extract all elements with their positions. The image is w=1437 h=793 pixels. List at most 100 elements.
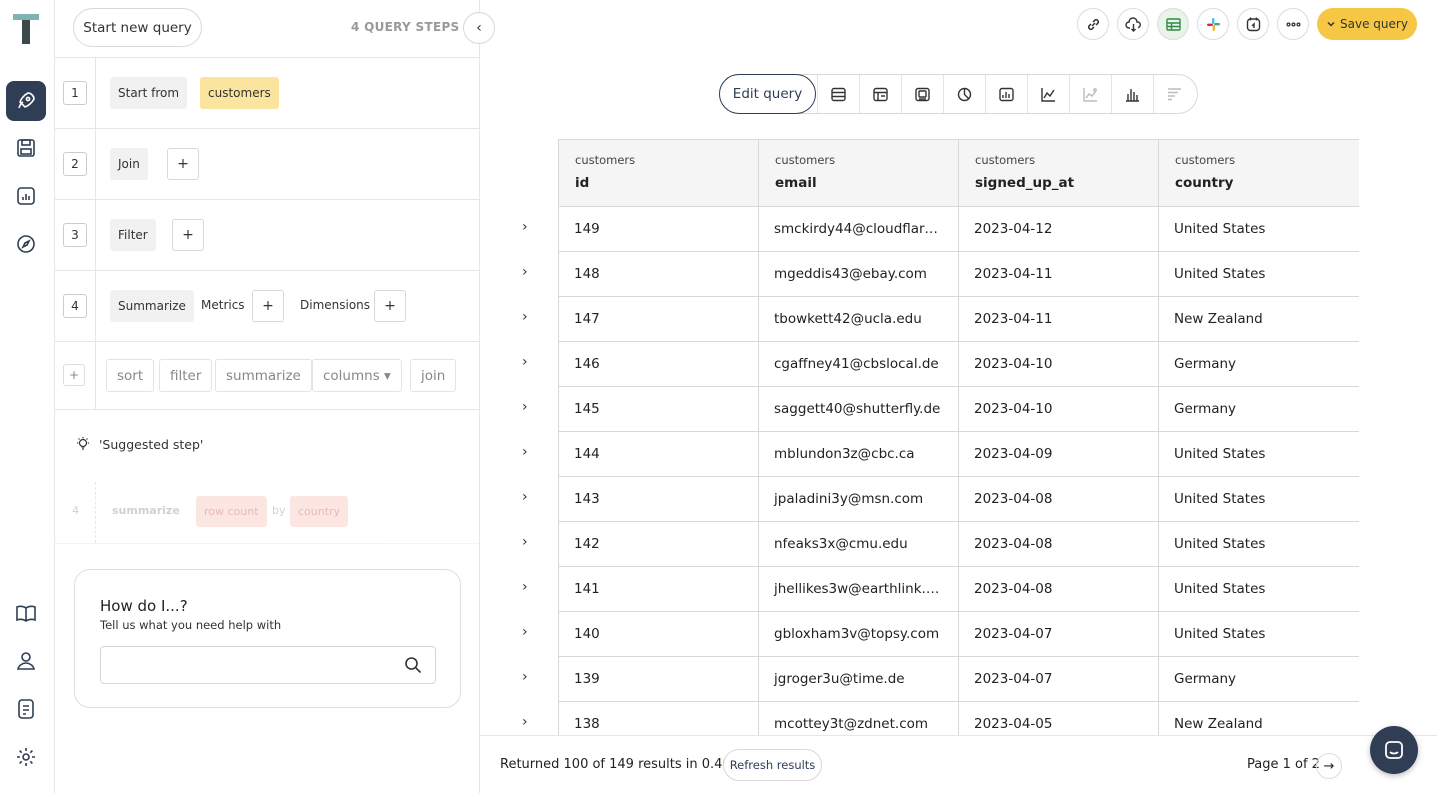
schedule-icon[interactable]: [1237, 8, 1269, 40]
table-cell-id: 142: [558, 520, 759, 567]
link-icon[interactable]: [1077, 8, 1109, 40]
table-cell-id: 145: [558, 385, 759, 432]
add-metric-button[interactable]: +: [252, 290, 284, 322]
add-summarize-button[interactable]: summarize: [215, 359, 312, 392]
table-row[interactable]: 148 mgeddis43@ebay.com 2023-04-11 United St…: [558, 250, 1359, 297]
number-view-icon[interactable]: [901, 75, 943, 113]
column-source: customers: [575, 153, 636, 167]
columns-dropdown[interactable]: columns ▾: [312, 359, 402, 392]
refresh-results-button[interactable]: Refresh results: [723, 749, 822, 781]
chevron-right-icon[interactable]: ›: [522, 714, 534, 730]
results-table-container: customers id customers email customers sign…: [558, 139, 1359, 735]
rocket-icon[interactable]: [6, 81, 46, 121]
suggested-by-label: by: [272, 504, 286, 517]
table-row[interactable]: 146 cgaffney41@cbslocal.de 2023-04-10 Germa…: [558, 340, 1359, 387]
help-search-input[interactable]: [100, 646, 436, 684]
add-join-step-button[interactable]: join: [410, 359, 457, 392]
source-table-pill[interactable]: customers: [200, 77, 279, 109]
chevron-right-icon[interactable]: ›: [522, 399, 534, 415]
chevron-right-icon[interactable]: ›: [522, 444, 534, 460]
suggested-step[interactable]: 4 summarize row count by country: [55, 482, 480, 544]
step-divider: [95, 271, 96, 341]
chevron-right-icon[interactable]: ›: [522, 354, 534, 370]
table-row[interactable]: 143 jpaladini3y@msn.com 2023-04-08 United S…: [558, 475, 1359, 522]
table-row[interactable]: 138 mcottey3t@zdnet.com 2023-04-05 New Zeal…: [558, 700, 1359, 735]
user-icon[interactable]: [6, 641, 46, 681]
table-cell-email: smckirdy44@cloudflare.com: [758, 205, 959, 252]
results-toolbar: Save query: [480, 0, 1437, 50]
app-logo[interactable]: [13, 14, 39, 44]
step-divider: [95, 482, 96, 543]
add-dimension-button[interactable]: +: [374, 290, 406, 322]
column-header[interactable]: customers id: [558, 140, 759, 207]
gear-icon[interactable]: [6, 737, 46, 777]
query-step-2: 2 Join +: [55, 129, 480, 200]
query-step-4: 4 Summarize Metrics + Dimensions +: [55, 271, 480, 342]
add-step-button[interactable]: +: [63, 364, 85, 386]
pivot-view-icon[interactable]: [859, 75, 901, 113]
table-view-icon[interactable]: [817, 75, 859, 113]
table-row[interactable]: 140 gbloxham3v@topsy.com 2023-04-07 United …: [558, 610, 1359, 657]
table-row[interactable]: 145 saggett40@shutterfly.de 2023-04-10 Germ…: [558, 385, 1359, 432]
table-row[interactable]: 142 nfeaks3x@cmu.edu 2023-04-08 United Stat…: [558, 520, 1359, 567]
table-header-row: customers id customers email customers sign…: [558, 140, 1359, 207]
table-row[interactable]: 141 jhellikes3w@earthlink.net 2023-04-08 Un…: [558, 565, 1359, 612]
table-cell-country: United States: [1158, 205, 1359, 252]
table-cell-email: saggett40@shutterfly.de: [758, 385, 959, 432]
add-filter-step-button[interactable]: filter: [159, 359, 213, 392]
search-icon[interactable]: [404, 656, 422, 674]
pie-view-icon[interactable]: [943, 75, 985, 113]
sheets-icon[interactable]: [1157, 8, 1189, 40]
suggested-dimension-pill: country: [290, 496, 349, 527]
start-new-query-button[interactable]: Start new query: [73, 8, 202, 47]
column-header[interactable]: customers signed_up_at: [958, 140, 1159, 207]
table-row[interactable]: 144 mblundon3z@cbc.ca 2023-04-09 United Sta…: [558, 430, 1359, 477]
column-name: country: [1175, 175, 1234, 191]
area-view-icon[interactable]: [985, 75, 1027, 113]
table-row[interactable]: 147 tbowkett42@ucla.edu 2023-04-11 New Zeal…: [558, 295, 1359, 342]
slack-icon[interactable]: [1197, 8, 1229, 40]
edit-query-button[interactable]: Edit query: [719, 74, 816, 114]
more-icon[interactable]: [1277, 8, 1309, 40]
suggested-step-label: 'Suggested step': [99, 436, 204, 452]
add-join-button[interactable]: +: [167, 148, 199, 180]
table-cell-signed_up_at: 2023-04-11: [958, 250, 1159, 297]
table-cell-id: 141: [558, 565, 759, 612]
chevron-right-icon[interactable]: ›: [522, 309, 534, 325]
chevron-right-icon[interactable]: ›: [522, 219, 534, 235]
column-name: id: [575, 175, 590, 191]
chevron-right-icon[interactable]: ›: [522, 624, 534, 640]
table-cell-email: nfeaks3x@cmu.edu: [758, 520, 959, 567]
book-icon[interactable]: [6, 593, 46, 633]
chevron-right-icon[interactable]: ›: [522, 264, 534, 280]
chat-icon[interactable]: [1370, 726, 1418, 774]
dashboard-icon[interactable]: [6, 176, 46, 216]
table-row[interactable]: 139 jgroger3u@time.de 2023-04-07 Germany: [558, 655, 1359, 702]
arrow-right-icon[interactable]: →: [1316, 753, 1342, 779]
add-filter-button[interactable]: +: [172, 219, 204, 251]
scatter-view-icon[interactable]: [1069, 75, 1111, 113]
line-view-icon[interactable]: [1027, 75, 1069, 113]
save-icon[interactable]: [6, 128, 46, 168]
chevron-right-icon[interactable]: ›: [522, 579, 534, 595]
compass-icon[interactable]: [6, 224, 46, 264]
table-cell-country: Germany: [1158, 385, 1359, 432]
save-query-button[interactable]: Save query: [1317, 8, 1417, 40]
document-icon[interactable]: [6, 689, 46, 729]
table-cell-email: mcottey3t@zdnet.com: [758, 700, 959, 735]
funnel-view-icon[interactable]: [1153, 75, 1195, 113]
add-sort-button[interactable]: sort: [106, 359, 155, 392]
cloud-download-icon[interactable]: [1117, 8, 1149, 40]
table-row[interactable]: 149 smckirdy44@cloudflare.com 2023-04-12 Un…: [558, 205, 1359, 252]
bar-view-icon[interactable]: [1111, 75, 1153, 113]
chevron-right-icon[interactable]: ›: [522, 489, 534, 505]
column-header[interactable]: customers email: [758, 140, 959, 207]
table-cell-id: 139: [558, 655, 759, 702]
step-number: 1: [63, 81, 87, 105]
chevron-left-icon[interactable]: ‹: [463, 12, 495, 44]
chevron-right-icon[interactable]: ›: [522, 534, 534, 550]
help-card: How do I...? Tell us what you need help …: [74, 569, 461, 708]
column-header[interactable]: customers country: [1158, 140, 1359, 207]
chevron-right-icon[interactable]: ›: [522, 669, 534, 685]
add-step-row: + sort filter summarize columns ▾ join: [55, 342, 480, 410]
